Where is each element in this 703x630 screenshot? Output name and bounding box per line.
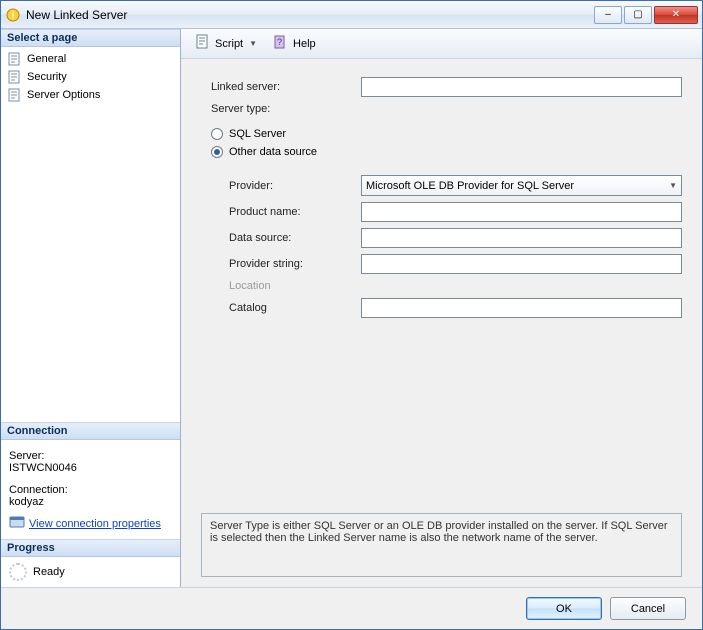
server-label: Server:	[9, 450, 172, 462]
svg-text:?: ?	[277, 37, 282, 47]
spinner-icon	[9, 563, 27, 581]
button-label: OK	[556, 603, 572, 615]
cancel-button[interactable]: Cancel	[610, 597, 686, 620]
linked-server-input[interactable]	[361, 77, 682, 97]
chevron-down-icon: ▼	[667, 181, 679, 190]
form-area: Linked server: Server type: SQL Server O…	[181, 59, 702, 503]
left-pane: Select a page General Security Server Op…	[1, 29, 181, 587]
progress-row: Ready	[1, 557, 180, 587]
ok-button[interactable]: OK	[526, 597, 602, 620]
maximize-button[interactable]: ▢	[624, 6, 652, 24]
bottom-bar: OK Cancel	[1, 587, 702, 629]
app-icon	[5, 7, 21, 23]
sidebar-item-label: Server Options	[27, 89, 100, 101]
data-source-input[interactable]	[361, 228, 682, 248]
toolbar: Script ▼ ? Help	[181, 29, 702, 59]
right-pane: Script ▼ ? Help Linked server: Server ty…	[181, 29, 702, 587]
button-label: Cancel	[631, 603, 665, 615]
chevron-down-icon[interactable]: ▼	[247, 39, 259, 48]
data-source-label: Data source:	[211, 232, 361, 244]
provider-string-input[interactable]	[361, 254, 682, 274]
connection-header: Connection	[1, 422, 180, 440]
page-icon	[7, 69, 23, 85]
location-label: Location	[211, 280, 361, 292]
provider-combo[interactable]: Microsoft OLE DB Provider for SQL Server…	[361, 175, 682, 196]
page-icon	[7, 87, 23, 103]
help-button[interactable]: ? Help	[269, 32, 320, 55]
description-box: Server Type is either SQL Server or an O…	[201, 513, 682, 577]
window-title: New Linked Server	[26, 8, 594, 22]
script-label: Script	[215, 38, 243, 50]
sidebar-item-server-options[interactable]: Server Options	[5, 86, 176, 104]
catalog-input[interactable]	[361, 298, 682, 318]
provider-label: Provider:	[211, 180, 361, 192]
radio-other-data-source[interactable]: Other data source	[211, 143, 682, 161]
radio-label: Other data source	[229, 146, 317, 158]
sidebar-item-general[interactable]: General	[5, 50, 176, 68]
select-page-header: Select a page	[1, 29, 180, 47]
titlebar: New Linked Server – ▢ ✕	[1, 1, 702, 29]
product-name-label: Product name:	[211, 206, 361, 218]
server-type-label: Server type:	[211, 103, 361, 115]
sidebar-item-label: Security	[27, 71, 67, 83]
connection-info: Server: ISTWCN0046 Connection: kodyaz Vi…	[1, 440, 180, 539]
page-icon	[7, 51, 23, 67]
page-list: General Security Server Options	[1, 47, 180, 107]
window-buttons: – ▢ ✕	[594, 6, 698, 24]
sidebar-item-security[interactable]: Security	[5, 68, 176, 86]
combo-value: Microsoft OLE DB Provider for SQL Server	[366, 180, 574, 192]
close-button[interactable]: ✕	[654, 6, 698, 24]
linked-server-label: Linked server:	[211, 81, 361, 93]
view-connection-properties-link[interactable]: View connection properties	[9, 514, 161, 533]
minimize-button[interactable]: –	[594, 6, 622, 24]
radio-label: SQL Server	[229, 128, 286, 140]
catalog-label: Catalog	[211, 302, 361, 314]
sidebar-item-label: General	[27, 53, 66, 65]
help-label: Help	[293, 38, 316, 50]
help-icon: ?	[273, 34, 289, 53]
product-name-input[interactable]	[361, 202, 682, 222]
radio-icon	[211, 146, 223, 158]
radio-icon	[211, 128, 223, 140]
progress-status: Ready	[33, 566, 65, 578]
properties-icon	[9, 514, 25, 533]
connection-label: Connection:	[9, 484, 172, 496]
server-value: ISTWCN0046	[9, 462, 172, 474]
script-icon	[195, 34, 211, 53]
script-button[interactable]: Script ▼	[191, 32, 263, 55]
connection-value: kodyaz	[9, 496, 172, 508]
progress-header: Progress	[1, 539, 180, 557]
provider-string-label: Provider string:	[211, 258, 361, 270]
link-label: View connection properties	[29, 518, 161, 530]
radio-sql-server[interactable]: SQL Server	[211, 125, 682, 143]
